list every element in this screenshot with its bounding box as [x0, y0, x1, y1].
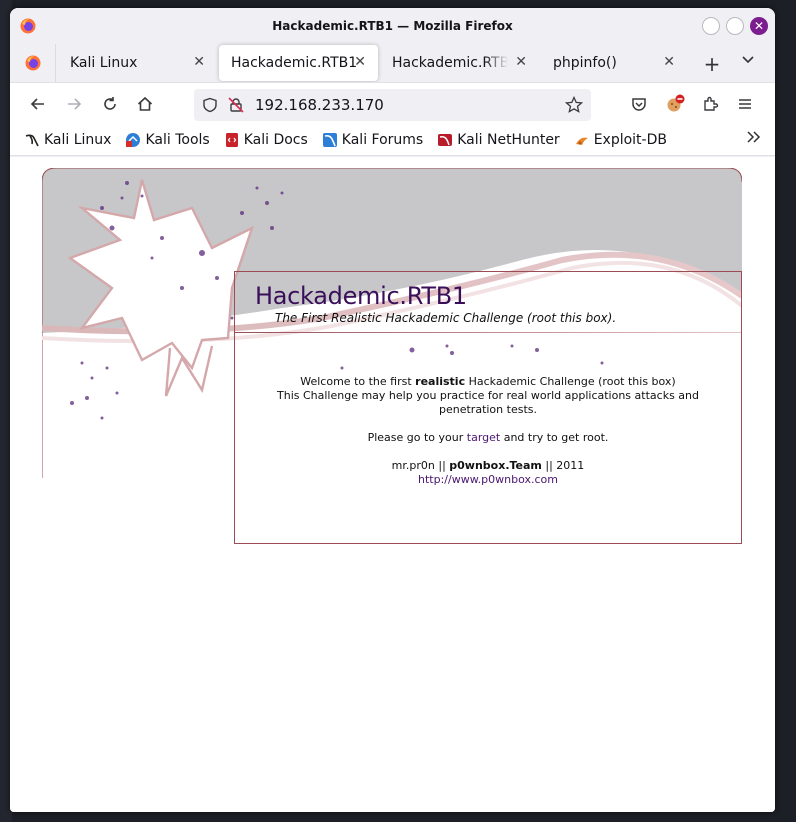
page-subtitle: The First Realistic Hackademic Challenge…: [275, 311, 617, 325]
close-window-button[interactable]: ✕: [750, 17, 768, 35]
maximize-button[interactable]: [726, 17, 744, 35]
bookmark-kali-forums[interactable]: Kali Forums: [322, 132, 423, 148]
goto-line: Please go to your target and try to get …: [235, 431, 741, 445]
p0wnbox-link[interactable]: http://www.p0wnbox.com: [418, 473, 558, 486]
tab-close-icon[interactable]: ✕: [515, 54, 527, 70]
kali-forums-icon: [322, 132, 337, 147]
welcome-text: Welcome to the first: [300, 375, 416, 388]
credit-year: || 2011: [541, 459, 585, 472]
page-title: Hackademic.RTB1: [255, 282, 467, 310]
tracking-shield-icon[interactable]: [202, 97, 218, 113]
back-arrow-icon: [30, 98, 44, 110]
tab-close-icon[interactable]: ✕: [663, 54, 675, 70]
welcome-bold: realistic: [415, 375, 466, 388]
tab-label: Kali Linux: [70, 55, 138, 71]
tab-hackademic-active[interactable]: Hackademic.RTB1 ✕: [219, 45, 378, 81]
navigation-toolbar: 192.168.233.170: [10, 82, 775, 124]
panel-body: Welcome to the first realistic Hackademi…: [235, 375, 741, 487]
back-button[interactable]: [27, 93, 49, 115]
challenge-description: This Challenge may help you practice for…: [277, 389, 699, 416]
tab-close-icon[interactable]: ✕: [354, 54, 366, 70]
credit-team: p0wnbox.Team: [449, 459, 542, 472]
list-tabs-chevron-icon[interactable]: [741, 52, 755, 70]
bookmark-kali-tools[interactable]: Kali Tools: [125, 131, 210, 148]
firefox-window: Hackademic.RTB1 — Mozilla Firefox ✕ Kali…: [10, 8, 775, 812]
window-title: Hackademic.RTB1 — Mozilla Firefox: [272, 19, 513, 33]
kali-nethunter-icon: [438, 133, 453, 146]
firefox-view-icon: [25, 55, 40, 71]
target-link[interactable]: target: [467, 431, 500, 444]
address-bar[interactable]: 192.168.233.170: [194, 89, 591, 121]
tab-hackademic[interactable]: Hackademic.RTB1 ✕: [380, 45, 539, 81]
forward-arrow-icon: [68, 98, 82, 110]
tab-kali-linux[interactable]: Kali Linux ✕: [58, 45, 217, 81]
hamburger-menu-icon: [739, 99, 751, 109]
tab-label: Hackademic.RTB1: [231, 55, 358, 71]
extensions-button[interactable]: [699, 93, 721, 115]
bookmark-kali-docs[interactable]: Kali Docs: [224, 132, 308, 148]
cookie-extension-icon: [667, 94, 685, 112]
insecure-lock-icon[interactable]: [228, 97, 244, 113]
firefox-icon: [20, 18, 36, 34]
bookmark-label: Kali Tools: [145, 131, 210, 148]
bookmark-label: Exploit-DB: [593, 131, 667, 148]
pocket-button[interactable]: [628, 93, 650, 115]
tab-phpinfo[interactable]: phpinfo() ✕: [541, 45, 687, 81]
exploit-db-icon: [575, 137, 588, 145]
kali-docs-icon: [225, 132, 238, 147]
minimize-button[interactable]: [702, 17, 720, 35]
firefox-view-button[interactable]: [10, 44, 56, 82]
kali-dragon-icon: [25, 134, 39, 146]
bookmark-star-icon[interactable]: [565, 96, 583, 114]
pocket-icon: [632, 98, 646, 111]
tab-close-icon[interactable]: ✕: [193, 54, 205, 70]
home-icon: [137, 96, 153, 111]
credit-line: mr.pr0n || p0wnbox.Team || 2011: [235, 459, 741, 473]
page-content: Hackademic.RTB1 The First Realistic Hack…: [10, 157, 775, 812]
bookmark-label: Kali Forums: [341, 131, 424, 148]
extension-button[interactable]: [664, 93, 686, 115]
content-panel: Hackademic.RTB1 The First Realistic Hack…: [234, 271, 742, 544]
welcome-text-end: Hackademic Challenge (root this box): [465, 375, 676, 388]
bookmarks-toolbar: Kali Linux Kali Tools Kali Docs Kali For…: [10, 124, 775, 156]
tab-label: Hackademic.RTB1: [392, 55, 508, 71]
menu-button[interactable]: [734, 93, 756, 115]
puzzle-icon: [704, 96, 719, 111]
bookmark-kali-linux[interactable]: Kali Linux: [24, 132, 111, 148]
bookmark-label: Kali Linux: [44, 131, 112, 148]
bookmark-exploit-db[interactable]: Exploit-DB: [574, 132, 667, 148]
kali-tools-icon: [126, 132, 141, 147]
url-text[interactable]: 192.168.233.170: [255, 96, 384, 114]
tab-bar: Kali Linux ✕ Hackademic.RTB1 ✕ Hackademi…: [10, 44, 775, 82]
tab-label: phpinfo(): [553, 55, 617, 71]
bookmark-label: Kali NetHunter: [457, 131, 560, 148]
goto-text-end: and try to get root.: [500, 431, 609, 444]
credit-text: mr.pr0n ||: [391, 459, 450, 472]
titlebar: Hackademic.RTB1 — Mozilla Firefox ✕: [10, 8, 775, 44]
bookmark-kali-nethunter[interactable]: Kali NetHunter: [437, 131, 560, 148]
forward-button[interactable]: [63, 93, 85, 115]
reload-button[interactable]: [99, 93, 121, 115]
reload-icon: [104, 97, 116, 110]
new-tab-button[interactable]: +: [701, 52, 723, 76]
more-bookmarks-chevron-icon[interactable]: [745, 129, 761, 150]
goto-text: Please go to your: [367, 431, 467, 444]
home-button[interactable]: [134, 93, 156, 115]
bookmark-label: Kali Docs: [243, 131, 308, 148]
hackademic-site: Hackademic.RTB1 The First Realistic Hack…: [42, 168, 742, 548]
background-desktop: [774, 0, 796, 822]
welcome-line: Welcome to the first realistic Hackademi…: [235, 375, 741, 389]
